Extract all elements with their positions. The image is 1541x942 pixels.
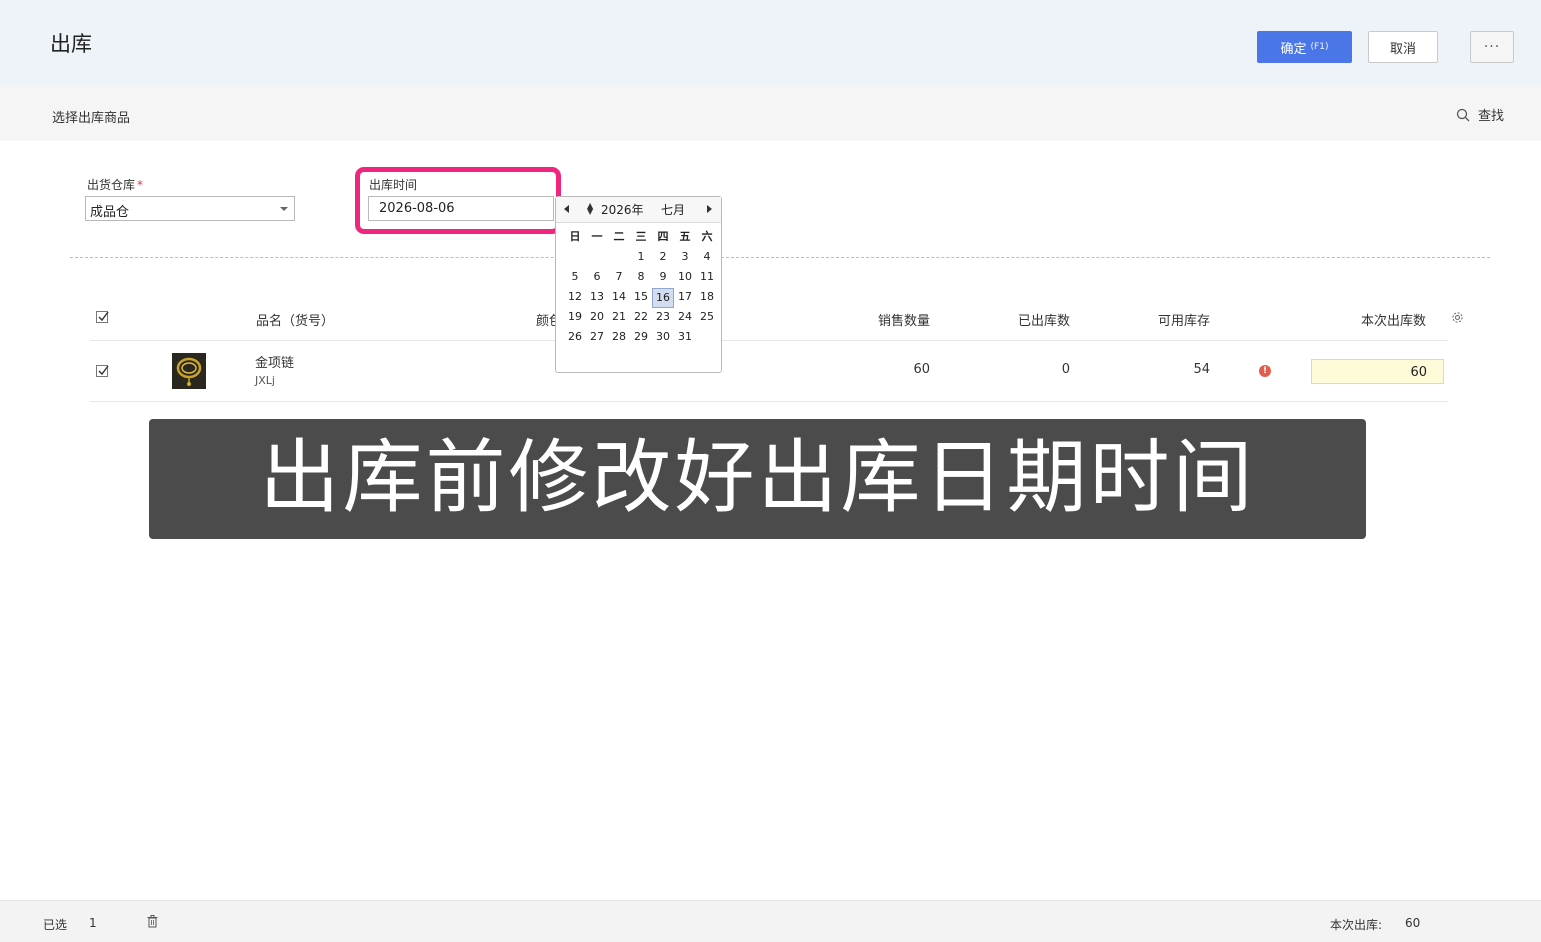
calendar-day[interactable]: 2 <box>652 248 674 268</box>
weekday-header: 一 <box>591 230 603 243</box>
caption-banner: 出库前修改好出库日期时间 <box>149 419 1366 539</box>
calendar-day[interactable]: 29 <box>630 328 652 348</box>
calendar-day[interactable]: 17 <box>674 288 696 308</box>
necklace-icon <box>176 357 202 386</box>
warehouse-value: 成品仓 <box>90 205 130 220</box>
calendar-grid: 日一二三四五六 1 2 3 4 5 6 7 8 9 10 11 12 13 14 15 16 17 18 19 20 21… <box>564 228 718 348</box>
confirm-button-label: 确定 <box>1280 41 1307 57</box>
calendar-day[interactable]: 23 <box>652 308 674 328</box>
calendar-day[interactable]: 7 <box>608 268 630 288</box>
calendar-day[interactable]: 25 <box>696 308 718 328</box>
product-name: 金项链 <box>255 356 295 371</box>
form-divider <box>70 257 1490 258</box>
col-name: 品名（货号） <box>256 314 335 329</box>
weekday-header: 日 <box>569 230 581 243</box>
table-header-divider <box>90 340 1448 341</box>
next-month-icon[interactable] <box>707 205 712 213</box>
calendar-day[interactable]: 28 <box>608 328 630 348</box>
col-shipped: 已出库数 <box>1018 314 1071 329</box>
weekday-header: 三 <box>635 230 647 243</box>
year-spinner-icon[interactable]: ▲ ▼ <box>587 202 593 216</box>
calendar-blank <box>586 248 608 268</box>
search-icon <box>1456 108 1470 121</box>
calendar-day[interactable]: 15 <box>630 288 652 308</box>
calendar-blank <box>608 248 630 268</box>
required-mark: * <box>137 178 144 192</box>
gear-icon[interactable] <box>1451 311 1464 324</box>
calendar-day[interactable]: 4 <box>696 248 718 268</box>
warehouse-label: 出货仓库 * <box>87 176 143 193</box>
footer-bar: 已选 1 本次出库: 60 <box>0 900 1541 942</box>
calendar-day[interactable]: 6 <box>586 268 608 288</box>
calendar-day[interactable]: 16 <box>652 288 674 308</box>
calendar-day[interactable]: 14 <box>608 288 630 308</box>
cancel-button[interactable]: 取消 <box>1368 31 1438 63</box>
calendar-day[interactable]: 13 <box>586 288 608 308</box>
col-this-qty: 本次出库数 <box>1361 314 1427 329</box>
calendar-day[interactable]: 3 <box>674 248 696 268</box>
calendar-header: ▲ ▼ 2026年 七月 <box>556 197 721 223</box>
sales-qty-value: 60 <box>913 362 930 377</box>
calendar-year[interactable]: 2026年 <box>601 201 644 218</box>
calendar-day[interactable]: 9 <box>652 268 674 288</box>
warning-icon[interactable]: ! <box>1259 365 1271 377</box>
warehouse-label-text: 出货仓库 <box>87 178 136 192</box>
search-button[interactable]: 查找 <box>1456 105 1504 124</box>
section-bar: 选择出库商品 查找 <box>0 85 1541 141</box>
more-options-button[interactable]: ··· <box>1470 31 1514 63</box>
calendar-day[interactable]: 22 <box>630 308 652 328</box>
page-title: 出库 <box>50 32 92 56</box>
calendar-day[interactable]: 24 <box>674 308 696 328</box>
calendar-day[interactable]: 19 <box>564 308 586 328</box>
weekday-header: 五 <box>679 230 691 243</box>
table-row-divider <box>90 401 1448 402</box>
date-highlight-frame <box>355 167 561 234</box>
product-thumbnail <box>172 353 206 389</box>
calendar-day[interactable]: 31 <box>674 328 696 348</box>
check-icon <box>98 311 109 322</box>
calendar-day[interactable]: 20 <box>586 308 608 328</box>
select-all-checkbox[interactable] <box>96 311 109 323</box>
page-header: 出库 确定 (F1) 取消 ··· <box>0 0 1541 85</box>
confirm-shortcut: (F1) <box>1310 42 1329 52</box>
trash-icon[interactable] <box>147 915 158 928</box>
calendar-day[interactable]: 27 <box>586 328 608 348</box>
date-picker-popup: ▲ ▼ 2026年 七月 日一二三四五六 1 2 3 4 5 6 7 8 9 10 11 12 13 14 15… <box>555 196 722 373</box>
chevron-down-icon <box>280 207 288 211</box>
calendar-day[interactable]: 12 <box>564 288 586 308</box>
weekday-header: 四 <box>657 230 669 243</box>
prev-month-icon[interactable] <box>564 205 569 213</box>
total-label: 本次出库: <box>1330 918 1383 932</box>
total-value: 60 <box>1405 916 1421 930</box>
calendar-blank <box>564 248 586 268</box>
calendar-day[interactable]: 18 <box>696 288 718 308</box>
check-icon <box>98 365 109 376</box>
calendar-day[interactable]: 11 <box>696 268 718 288</box>
calendar-day[interactable]: 1 <box>630 248 652 268</box>
calendar-day[interactable]: 21 <box>608 308 630 328</box>
selected-label: 已选 <box>43 918 68 932</box>
warehouse-select[interactable]: 成品仓 <box>85 196 295 221</box>
this-qty-input[interactable]: 60 <box>1311 359 1444 384</box>
section-title: 选择出库商品 <box>52 111 131 126</box>
row-checkbox[interactable] <box>96 365 109 377</box>
selected-count: 1 <box>89 916 97 930</box>
product-sku: JXLj <box>255 374 275 387</box>
col-available: 可用库存 <box>1158 314 1211 329</box>
search-label: 查找 <box>1478 109 1505 124</box>
calendar-month[interactable]: 七月 <box>661 201 685 218</box>
calendar-day[interactable]: 8 <box>630 268 652 288</box>
weekday-header: 六 <box>701 230 713 243</box>
available-value: 54 <box>1193 362 1210 377</box>
calendar-day[interactable]: 30 <box>652 328 674 348</box>
calendar-day[interactable]: 5 <box>564 268 586 288</box>
col-sales-qty: 销售数量 <box>878 314 931 329</box>
calendar-day[interactable]: 10 <box>674 268 696 288</box>
shipped-value: 0 <box>1061 362 1070 377</box>
weekday-header: 二 <box>613 230 625 243</box>
calendar-day[interactable]: 26 <box>564 328 586 348</box>
confirm-button[interactable]: 确定 (F1) <box>1257 31 1352 63</box>
